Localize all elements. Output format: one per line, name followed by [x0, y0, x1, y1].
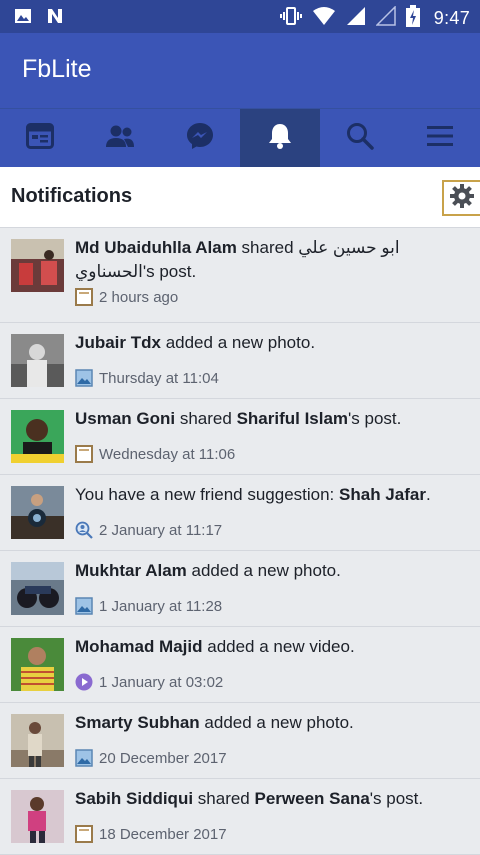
- notifications-header: Notifications: [0, 167, 480, 228]
- timestamp: 1 January at 03:02: [99, 673, 224, 691]
- clock: 9:47: [433, 8, 470, 28]
- notification-item[interactable]: Usman Goni shared Shariful Islam's post.…: [0, 399, 480, 475]
- signal-empty-icon: [374, 5, 396, 31]
- settings-button[interactable]: [442, 180, 480, 216]
- notification-item[interactable]: Jubair Tdx added a new photo. Thursday a…: [0, 323, 480, 399]
- notification-meta: 2 January at 11:17: [75, 521, 222, 539]
- post-icon: [75, 288, 93, 306]
- notification-text: Md Ubaiduhlla Alam shared ابو حسين علي ا…: [75, 238, 400, 281]
- tab-news-feed[interactable]: [0, 109, 80, 168]
- n-notification-icon: [46, 7, 64, 30]
- timestamp: 18 December 2017: [99, 825, 227, 843]
- actor-name[interactable]: Md Ubaiduhlla Alam: [75, 238, 237, 257]
- tab-bar: [0, 108, 480, 168]
- notification-item[interactable]: Mukhtar Alam added a new photo. 1 Januar…: [0, 551, 480, 627]
- timestamp: Thursday at 11:04: [99, 369, 219, 387]
- messenger-icon: [186, 122, 214, 155]
- notification-item[interactable]: Mohamad Majid added a new video. 1 Janua…: [0, 627, 480, 703]
- post-icon: [75, 445, 93, 463]
- app-title: FbLite: [22, 55, 92, 83]
- notification-item[interactable]: Smarty Subhan added a new photo. 20 Dece…: [0, 703, 480, 779]
- actor-name[interactable]: Jubair Tdx: [75, 333, 161, 352]
- gear-icon: [449, 183, 475, 214]
- timestamp: 1 January at 11:28: [99, 597, 223, 615]
- post-icon: [75, 825, 93, 843]
- video-icon: [75, 673, 93, 691]
- notification-item[interactable]: Sabih Siddiqui shared Perween Sana's pos…: [0, 779, 480, 855]
- news-feed-icon: [26, 123, 54, 154]
- app-bar: FbLite: [0, 33, 480, 108]
- notification-text: Usman Goni shared Shariful Islam's post.: [75, 409, 402, 428]
- notifications-bell-icon: [267, 122, 293, 155]
- notification-text: Mukhtar Alam added a new photo.: [75, 561, 341, 580]
- timestamp: 2 hours ago: [99, 288, 179, 306]
- avatar: [11, 790, 64, 843]
- friend-suggestion-icon: [75, 521, 93, 539]
- notification-item[interactable]: Md Ubaiduhlla Alam shared ابو حسين علي ا…: [0, 228, 480, 323]
- notification-meta: Thursday at 11:04: [75, 369, 219, 387]
- avatar: [11, 486, 64, 539]
- actor-name[interactable]: Usman Goni: [75, 409, 175, 428]
- notification-text: Smarty Subhan added a new photo.: [75, 713, 354, 732]
- wifi-icon: [312, 6, 336, 31]
- menu-icon: [427, 125, 453, 152]
- battery-charging-icon: [405, 5, 420, 32]
- signal-icon: [346, 6, 366, 31]
- actor-name[interactable]: Shah Jafar: [339, 485, 426, 504]
- avatar: [11, 562, 64, 615]
- photo-icon: [75, 597, 93, 615]
- avatar: [11, 239, 64, 292]
- actor-name[interactable]: Sabih Siddiqui: [75, 789, 193, 808]
- friends-icon: [105, 124, 135, 153]
- actor-name[interactable]: Smarty Subhan: [75, 713, 200, 732]
- notification-meta: 20 December 2017: [75, 749, 227, 767]
- target-name[interactable]: Perween Sana: [255, 789, 370, 808]
- timestamp: Wednesday at 11:06: [99, 445, 236, 463]
- notification-text: Jubair Tdx added a new photo.: [75, 333, 316, 352]
- tab-friends[interactable]: [80, 109, 160, 168]
- notification-meta: 1 January at 03:02: [75, 673, 223, 691]
- notification-text: Mohamad Majid added a new video.: [75, 637, 355, 656]
- avatar: [11, 714, 64, 767]
- gallery-notification-icon: [14, 8, 32, 29]
- notification-text: Sabih Siddiqui shared Perween Sana's pos…: [75, 789, 424, 808]
- notification-text: You have a new friend suggestion: Shah J…: [75, 485, 431, 504]
- actor-name[interactable]: Mukhtar Alam: [75, 561, 187, 580]
- notification-meta: Wednesday at 11:06: [75, 445, 235, 463]
- search-icon: [346, 122, 374, 155]
- notification-meta: 18 December 2017: [75, 825, 227, 843]
- photo-icon: [75, 749, 93, 767]
- page-title: Notifications: [11, 185, 133, 207]
- timestamp: 20 December 2017: [99, 749, 227, 767]
- avatar: [11, 638, 64, 691]
- tab-notifications[interactable]: [240, 109, 320, 168]
- status-bar: 9:47: [0, 0, 480, 33]
- tab-messenger[interactable]: [160, 109, 240, 168]
- notification-list: Md Ubaiduhlla Alam shared ابو حسين علي ا…: [0, 228, 480, 855]
- notification-item[interactable]: You have a new friend suggestion: Shah J…: [0, 475, 480, 551]
- target-name[interactable]: Shariful Islam: [237, 409, 348, 428]
- tab-search[interactable]: [320, 109, 400, 168]
- avatar: [11, 334, 64, 387]
- actor-name[interactable]: Mohamad Majid: [75, 637, 203, 656]
- notification-meta: 1 January at 11:28: [75, 597, 222, 615]
- timestamp: 2 January at 11:17: [99, 521, 223, 539]
- notification-meta: 2 hours ago: [75, 288, 178, 306]
- tab-menu[interactable]: [400, 109, 480, 168]
- vibrate-icon: [279, 6, 302, 31]
- photo-icon: [75, 369, 93, 387]
- avatar: [11, 410, 64, 463]
